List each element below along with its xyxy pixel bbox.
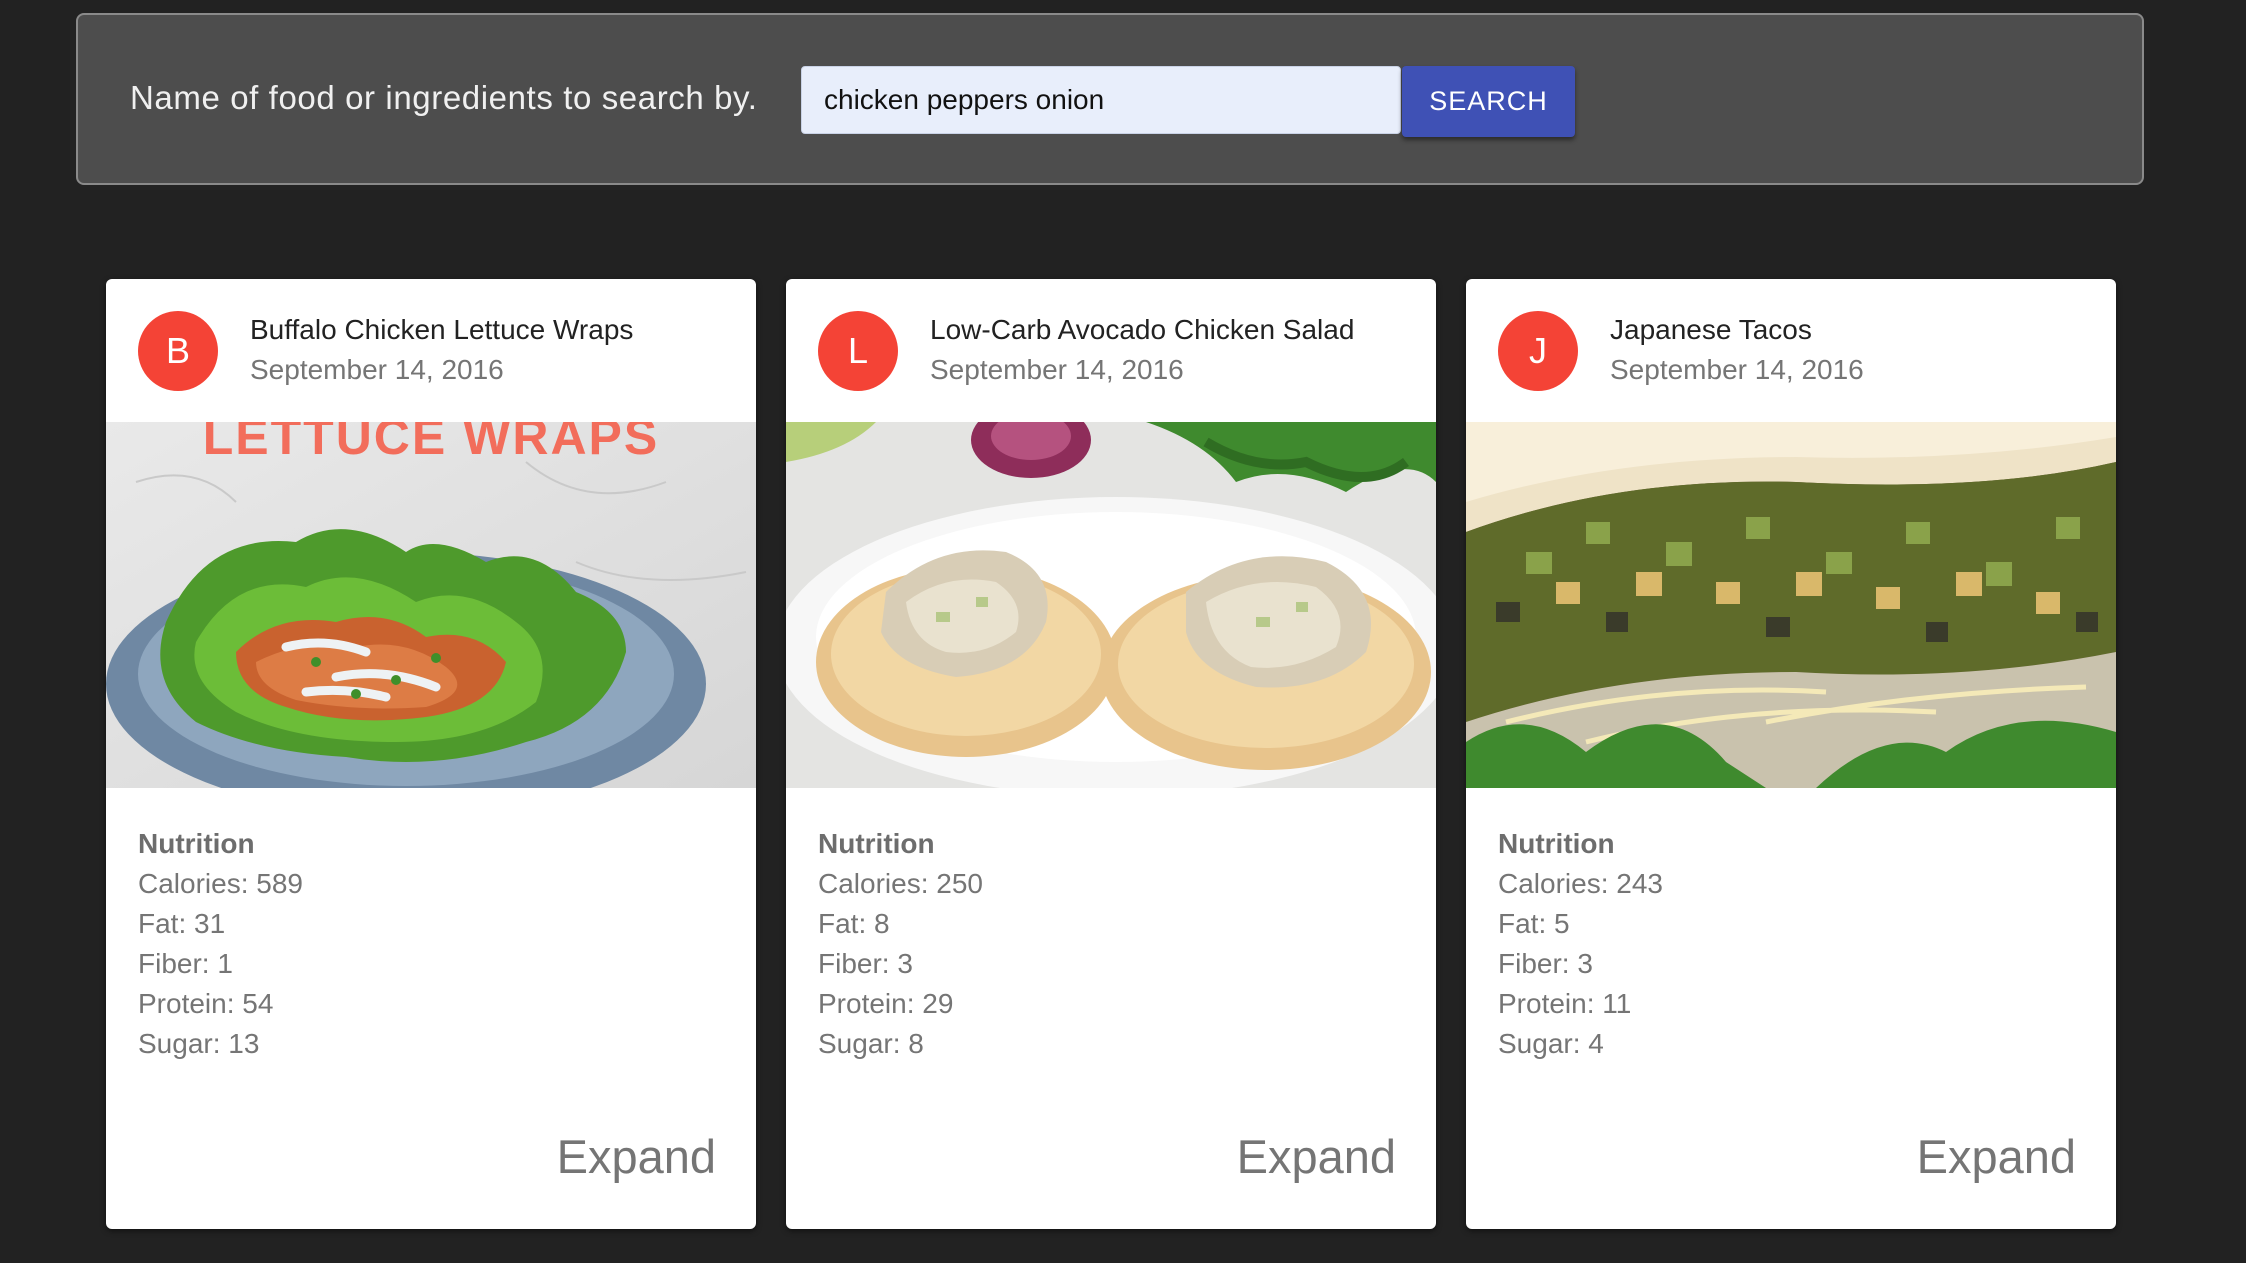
recipe-date: September 14, 2016 — [930, 354, 1184, 385]
avatar: J — [1498, 311, 1578, 391]
fat: Fat: 31 — [138, 908, 226, 939]
recipe-title: Buffalo Chicken Lettuce Wraps — [250, 314, 634, 345]
recipe-title: Low-Carb Avocado Chicken Salad — [930, 314, 1355, 345]
search-input[interactable] — [801, 66, 1401, 134]
search-label: Name of food or ingredients to search by… — [130, 79, 758, 116]
expand-button[interactable]: Expand — [1917, 1129, 2076, 1184]
nutrition-info: Nutrition Calories: 589 Fat: 31 Fiber: 1… — [138, 824, 303, 1064]
recipe-card: L Low-Carb Avocado Chicken Salad Septemb… — [786, 279, 1436, 1229]
fat: Fat: 8 — [818, 908, 890, 939]
search-button[interactable]: SEARCH — [1402, 66, 1575, 137]
recipe-image — [786, 422, 1436, 788]
protein: Protein: 11 — [1498, 988, 1632, 1019]
expand-button[interactable]: Expand — [557, 1129, 716, 1184]
recipe-title: Japanese Tacos — [1610, 314, 1812, 345]
japanese-tacos-photo — [1466, 422, 2116, 788]
calories: Calories: 250 — [818, 868, 983, 899]
fiber: Fiber: 1 — [138, 948, 233, 979]
fat: Fat: 5 — [1498, 908, 1570, 939]
page: Name of food or ingredients to search by… — [0, 0, 2246, 1263]
sugar: Sugar: 13 — [138, 1028, 260, 1059]
nutrition-heading: Nutrition — [138, 828, 255, 859]
protein: Protein: 54 — [138, 988, 274, 1019]
calories: Calories: 589 — [138, 868, 303, 899]
nutrition-info: Nutrition Calories: 250 Fat: 8 Fiber: 3 … — [818, 824, 983, 1064]
recipe-image — [1466, 422, 2116, 788]
fiber: Fiber: 3 — [1498, 948, 1593, 979]
recipe-image: LETTUCE WRAPS — [106, 422, 756, 788]
fiber: Fiber: 3 — [818, 948, 913, 979]
nutrition-heading: Nutrition — [1498, 828, 1615, 859]
avatar: B — [138, 311, 218, 391]
lettuce-wraps-photo: LETTUCE WRAPS — [106, 422, 756, 788]
recipe-card: B Buffalo Chicken Lettuce Wraps Septembe… — [106, 279, 756, 1229]
recipe-date: September 14, 2016 — [250, 354, 504, 385]
lettuce-wraps-caption: LETTUCE WRAPS — [203, 422, 660, 465]
nutrition-heading: Nutrition — [818, 828, 935, 859]
avatar: L — [818, 311, 898, 391]
protein: Protein: 29 — [818, 988, 954, 1019]
search-panel: Name of food or ingredients to search by… — [76, 13, 2144, 185]
calories: Calories: 243 — [1498, 868, 1663, 899]
chicken-salad-photo — [786, 422, 1436, 788]
recipe-date: September 14, 2016 — [1610, 354, 1864, 385]
nutrition-info: Nutrition Calories: 243 Fat: 5 Fiber: 3 … — [1498, 824, 1663, 1064]
sugar: Sugar: 4 — [1498, 1028, 1604, 1059]
expand-button[interactable]: Expand — [1237, 1129, 1396, 1184]
sugar: Sugar: 8 — [818, 1028, 924, 1059]
recipe-card: J Japanese Tacos September 14, 2016 Nutr… — [1466, 279, 2116, 1229]
